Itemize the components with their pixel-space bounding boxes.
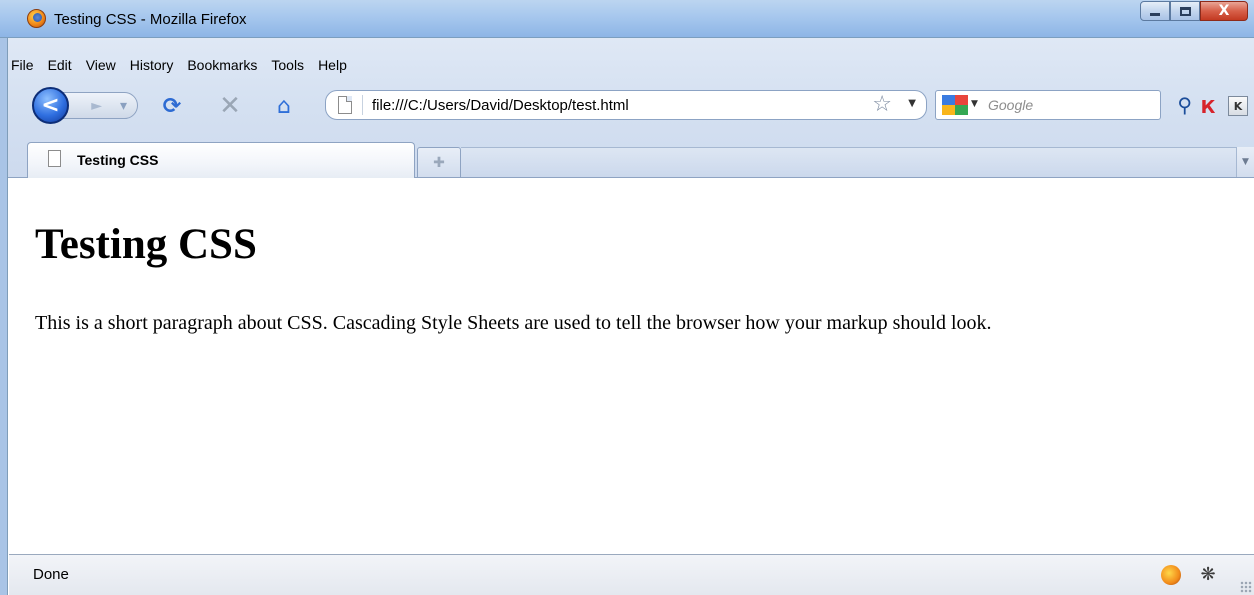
reload-icon: ⟳ <box>162 93 182 119</box>
home-icon: ⌂ <box>277 93 291 119</box>
status-bar: Done ❋ <box>9 554 1254 595</box>
site-identity-icon[interactable] <box>338 96 352 114</box>
new-tab-button[interactable]: ✚ <box>417 147 461 177</box>
window-left-border <box>0 38 8 595</box>
menu-bar: File Edit View History Bookmarks Tools H… <box>8 52 1254 78</box>
back-arrow-icon: < <box>41 93 60 118</box>
firefox-icon[interactable] <box>27 9 46 28</box>
tab-bar: Testing CSS ✚ ▼ <box>8 140 1254 179</box>
address-bar[interactable]: file:///C:/Users/David/Desktop/test.html… <box>325 90 927 120</box>
search-bar[interactable]: ▼ Google ⚲ <box>935 90 1192 120</box>
tab-strip-empty <box>461 147 1254 177</box>
browser-window: Testing CSS - Mozilla Firefox X File Edi… <box>0 0 1254 595</box>
stop-button[interactable]: ✕ <box>216 91 244 121</box>
k-extension-icon[interactable]: K <box>1228 96 1248 116</box>
search-engine-icon[interactable] <box>942 95 968 115</box>
title-bar[interactable]: Testing CSS - Mozilla Firefox X <box>0 0 1254 38</box>
search-engine-dropdown-icon[interactable]: ▼ <box>971 99 978 109</box>
window-title: Testing CSS - Mozilla Firefox <box>54 11 247 28</box>
menu-edit[interactable]: Edit <box>48 57 72 73</box>
minimize-button[interactable] <box>1140 1 1170 21</box>
back-button[interactable]: < <box>32 87 69 124</box>
back-forward-group: < ► ▾ <box>32 87 150 124</box>
plus-icon: ✚ <box>433 154 445 171</box>
url-input[interactable]: file:///C:/Users/David/Desktop/test.html <box>372 97 629 114</box>
minimize-icon <box>1150 12 1160 16</box>
home-button[interactable]: ⌂ <box>270 92 298 120</box>
firebug-icon[interactable]: ❋ <box>1197 563 1219 585</box>
tab-page-icon <box>48 150 61 167</box>
url-divider <box>362 95 363 115</box>
bookmark-star-icon[interactable]: ☆ <box>872 92 892 117</box>
chevron-down-icon: ▼ <box>1242 157 1249 167</box>
menu-tools[interactable]: Tools <box>271 57 304 73</box>
tab-label: Testing CSS <box>77 152 159 168</box>
page-content: Testing CSS This is a short paragraph ab… <box>9 178 1254 554</box>
menu-file[interactable]: File <box>11 57 34 73</box>
maximize-icon <box>1179 6 1191 16</box>
forward-arrow-icon: ► <box>91 97 102 114</box>
tab-testing-css[interactable]: Testing CSS <box>27 142 415 179</box>
search-input[interactable]: Google <box>988 97 1033 113</box>
search-go-icon[interactable]: ⚲ <box>1177 93 1192 117</box>
status-text: Done <box>33 566 69 583</box>
close-icon: X <box>1218 3 1230 19</box>
menu-view[interactable]: View <box>86 57 116 73</box>
history-dropdown-icon[interactable]: ▾ <box>120 98 127 114</box>
menu-history[interactable]: History <box>130 57 174 73</box>
addon-status-icon[interactable] <box>1161 565 1181 585</box>
menu-help[interactable]: Help <box>318 57 347 73</box>
forward-button[interactable]: ► ▾ <box>60 92 138 119</box>
maximize-button[interactable] <box>1170 1 1200 21</box>
url-history-dropdown-icon[interactable]: ▼ <box>908 98 916 109</box>
navigation-toolbar: < ► ▾ ⟳ ✕ ⌂ file:///C:/Users/David/Deskt… <box>8 86 1254 126</box>
list-all-tabs-button[interactable]: ▼ <box>1236 147 1254 177</box>
page-heading: Testing CSS <box>35 221 257 268</box>
close-button[interactable]: X <box>1200 1 1248 21</box>
resize-grip[interactable] <box>1240 581 1252 593</box>
page-paragraph: This is a short paragraph about CSS. Cas… <box>35 312 992 334</box>
menu-bookmarks[interactable]: Bookmarks <box>187 57 257 73</box>
reload-button[interactable]: ⟳ <box>158 92 186 120</box>
stop-icon: ✕ <box>219 91 241 121</box>
window-controls: X <box>1140 1 1248 21</box>
kaspersky-icon[interactable]: К <box>1196 96 1220 118</box>
